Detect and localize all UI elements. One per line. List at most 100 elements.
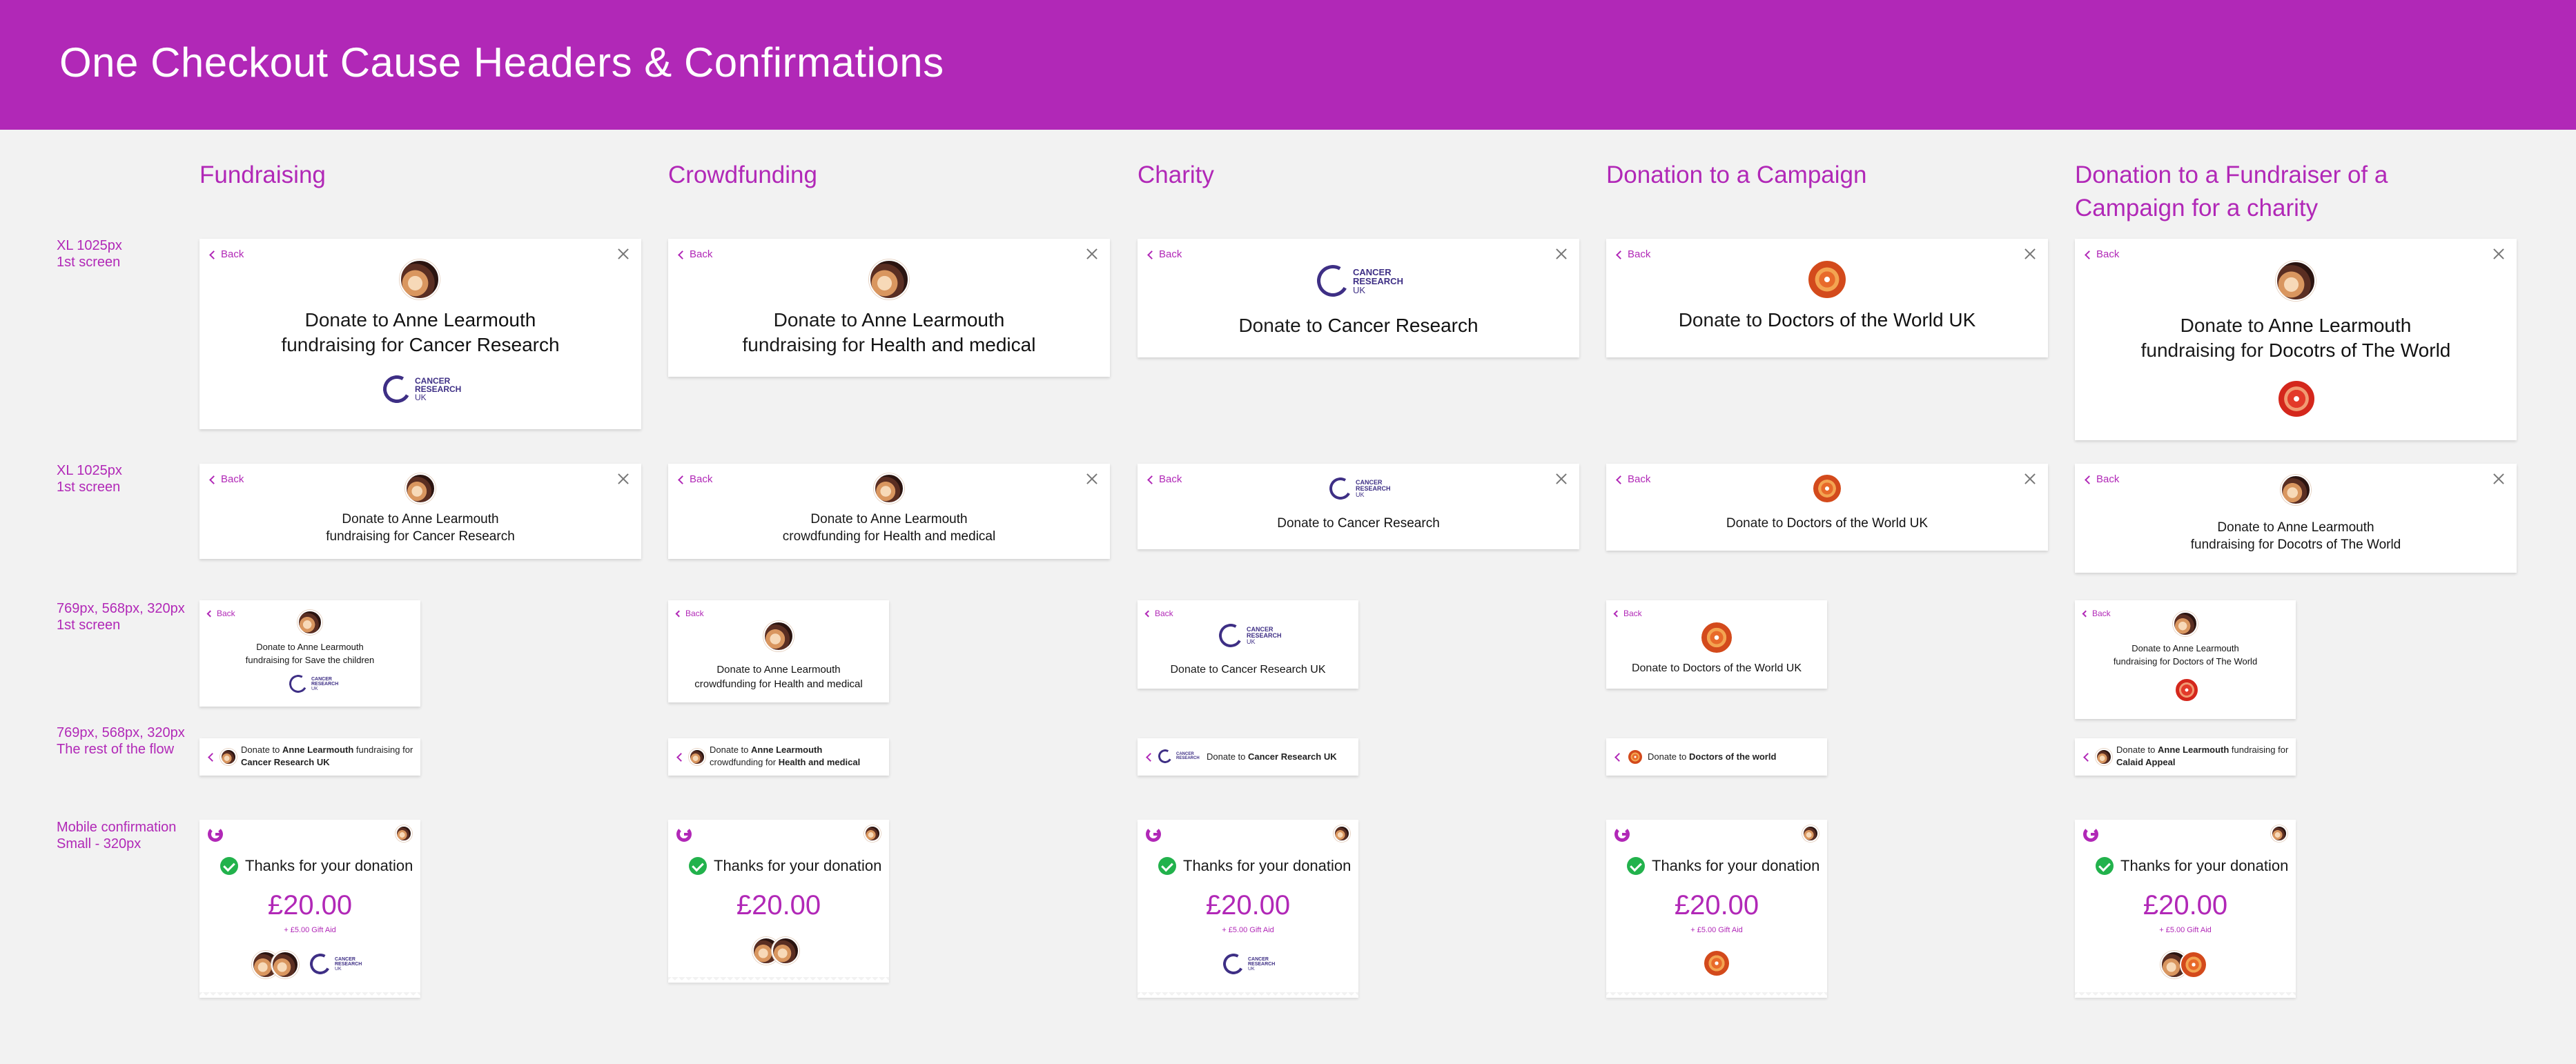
fundraiser-avatar bbox=[2281, 475, 2311, 505]
close-icon[interactable] bbox=[2492, 472, 2506, 486]
chevron-left-icon bbox=[1613, 610, 1621, 618]
user-avatar[interactable] bbox=[1334, 825, 1350, 842]
cruk-logo: CANCER RESEARCH UK bbox=[1216, 621, 1282, 650]
chevron-left-icon bbox=[2085, 475, 2094, 484]
close-icon[interactable] bbox=[2023, 247, 2037, 261]
close-icon[interactable] bbox=[616, 247, 630, 261]
cause-header-card: Back Donate to Anne Learmouth crowdfundi… bbox=[668, 600, 889, 702]
back-link[interactable]: Back bbox=[209, 473, 244, 485]
row-label-mobile-rest: 769px, 568px, 320px The rest of the flow bbox=[57, 725, 185, 757]
cause-header-card: Back Donate to Doctors of the World UK bbox=[1606, 600, 1827, 689]
page-title: One Checkout Cause Headers & Confirmatio… bbox=[59, 39, 944, 86]
check-circle-icon bbox=[1627, 857, 1645, 875]
chevron-left-icon bbox=[675, 610, 683, 618]
cause-title: Donate to Anne Learmouth fundraising for… bbox=[326, 512, 515, 544]
thanks-message: Thanks for your donation bbox=[2120, 857, 2289, 874]
fundraiser-avatar bbox=[297, 610, 322, 635]
close-icon[interactable] bbox=[2492, 247, 2506, 261]
row-label-mobile-confirm: Mobile confirmation Small - 320px bbox=[57, 820, 177, 851]
row-label-mobile-first: 769px, 568px, 320px 1st screen bbox=[57, 601, 185, 633]
back-link[interactable]: Back bbox=[1616, 473, 1650, 485]
donation-amount: £20.00 bbox=[1674, 890, 1759, 920]
compact-cause-header: Donate to Doctors of the world bbox=[1606, 738, 1827, 776]
column-header-fundraiser-campaign: Donation to a Fundraiser of a Campaign f… bbox=[2075, 161, 2388, 221]
donation-amount: £20.00 bbox=[267, 890, 353, 920]
fundraiser-avatar bbox=[405, 473, 436, 504]
cruk-logo: CANCER RESEARCH UK bbox=[1220, 951, 1275, 977]
confirmation-card: Thanks for your donation £20.00 + £5.00 … bbox=[1138, 820, 1358, 998]
fundraiser-avatar bbox=[869, 259, 909, 299]
confirmation-card: Thanks for your donation £20.00 bbox=[668, 820, 889, 983]
user-avatar[interactable] bbox=[864, 825, 881, 842]
gift-aid-amount: + £5.00 Gift Aid bbox=[284, 926, 336, 934]
user-avatar[interactable] bbox=[2271, 825, 2287, 842]
back-link[interactable]: Back bbox=[1144, 609, 1173, 618]
campaign-logo bbox=[2174, 678, 2199, 702]
campaign-logo bbox=[2277, 380, 2316, 418]
cause-title: Donate to Cancer Research UK bbox=[1170, 664, 1326, 676]
chevron-left-icon[interactable] bbox=[676, 753, 685, 762]
cause-title: Donate to Anne Learmouth fundraising for… bbox=[2113, 643, 2258, 667]
back-link[interactable]: Back bbox=[678, 473, 712, 485]
back-link[interactable]: Back bbox=[1616, 248, 1650, 260]
campaign-logo bbox=[1703, 949, 1730, 977]
back-link[interactable]: Back bbox=[678, 248, 712, 260]
cruk-logo: CANCER RESEARCH UK bbox=[380, 372, 461, 406]
chevron-left-icon[interactable] bbox=[2083, 753, 2092, 762]
fundraiser-avatar bbox=[2276, 261, 2316, 301]
justgiving-logo-icon bbox=[208, 827, 223, 842]
fundraiser-avatar bbox=[763, 621, 794, 651]
column-header-charity: Charity bbox=[1138, 161, 1214, 188]
fundraiser-avatar bbox=[689, 749, 705, 765]
chevron-left-icon bbox=[1147, 475, 1156, 484]
cause-title: Donate to Cancer Research UK bbox=[1207, 751, 1337, 762]
row-label-xl-2: XL 1025px 1st screen bbox=[57, 463, 122, 495]
back-link[interactable]: Back bbox=[2085, 473, 2119, 485]
close-icon[interactable] bbox=[1554, 472, 1568, 486]
close-icon[interactable] bbox=[1554, 247, 1568, 261]
thanks-message: Thanks for your donation bbox=[714, 857, 882, 874]
close-icon[interactable] bbox=[1085, 247, 1099, 261]
campaign-logo bbox=[1807, 259, 1847, 299]
close-icon[interactable] bbox=[616, 472, 630, 486]
cause-header-card: Back Donate to Anne Learmouth fundraisin… bbox=[2075, 600, 2296, 719]
cause-header-card: Back Donate to Anne Learmouth fundraisin… bbox=[199, 600, 420, 707]
chevron-left-icon bbox=[1144, 610, 1152, 618]
confirmation-card: Thanks for your donation £20.00 + £5.00 … bbox=[199, 820, 420, 998]
chevron-left-icon bbox=[209, 475, 218, 484]
chevron-left-icon[interactable] bbox=[1614, 753, 1623, 762]
chevron-left-icon bbox=[2085, 250, 2094, 259]
confirmation-card: Thanks for your donation £20.00 + £5.00 … bbox=[1606, 820, 1827, 998]
close-icon[interactable] bbox=[1085, 472, 1099, 486]
back-link[interactable]: Back bbox=[1147, 473, 1182, 485]
cause-header-card: Back Donate to Doctors of the World UK bbox=[1606, 239, 2048, 357]
back-link[interactable]: Back bbox=[1613, 609, 1642, 618]
close-icon[interactable] bbox=[2023, 472, 2037, 486]
gift-aid-amount: + £5.00 Gift Aid bbox=[2159, 926, 2212, 934]
check-circle-icon bbox=[2096, 857, 2114, 875]
back-link[interactable]: Back bbox=[675, 609, 704, 618]
justgiving-logo-icon bbox=[1614, 827, 1630, 842]
gift-aid-amount: + £5.00 Gift Aid bbox=[1690, 926, 1743, 934]
cause-title: Donate to Doctors of the World UK bbox=[1678, 309, 1976, 331]
chevron-left-icon[interactable] bbox=[1146, 753, 1155, 762]
cause-title: Donate to Cancer Research bbox=[1238, 315, 1479, 336]
back-link[interactable]: Back bbox=[2082, 609, 2111, 618]
campaign-logo bbox=[1700, 621, 1733, 654]
user-avatar[interactable] bbox=[1802, 825, 1819, 842]
cause-header-card: Back CANCER RESEARCH UK Donate to Cancer R… bbox=[1138, 239, 1579, 357]
justgiving-logo-icon bbox=[1146, 827, 1161, 842]
back-link[interactable]: Back bbox=[206, 609, 235, 618]
fundraiser-avatar bbox=[2173, 611, 2198, 636]
row-label-xl-1: XL 1025px 1st screen bbox=[57, 238, 122, 270]
back-link[interactable]: Back bbox=[209, 248, 244, 260]
cause-header-card: Back Donate to Anne Learmouth fundraisin… bbox=[2075, 239, 2517, 440]
user-avatar[interactable] bbox=[396, 825, 412, 842]
thanks-message: Thanks for your donation bbox=[245, 857, 413, 874]
chevron-left-icon[interactable] bbox=[208, 753, 217, 762]
back-link[interactable]: Back bbox=[2085, 248, 2119, 260]
column-header-campaign: Donation to a Campaign bbox=[1606, 161, 1867, 188]
cause-title: Donate to Doctors of the World UK bbox=[1631, 662, 1802, 674]
back-link[interactable]: Back bbox=[1147, 248, 1182, 260]
chevron-left-icon bbox=[1616, 475, 1625, 484]
